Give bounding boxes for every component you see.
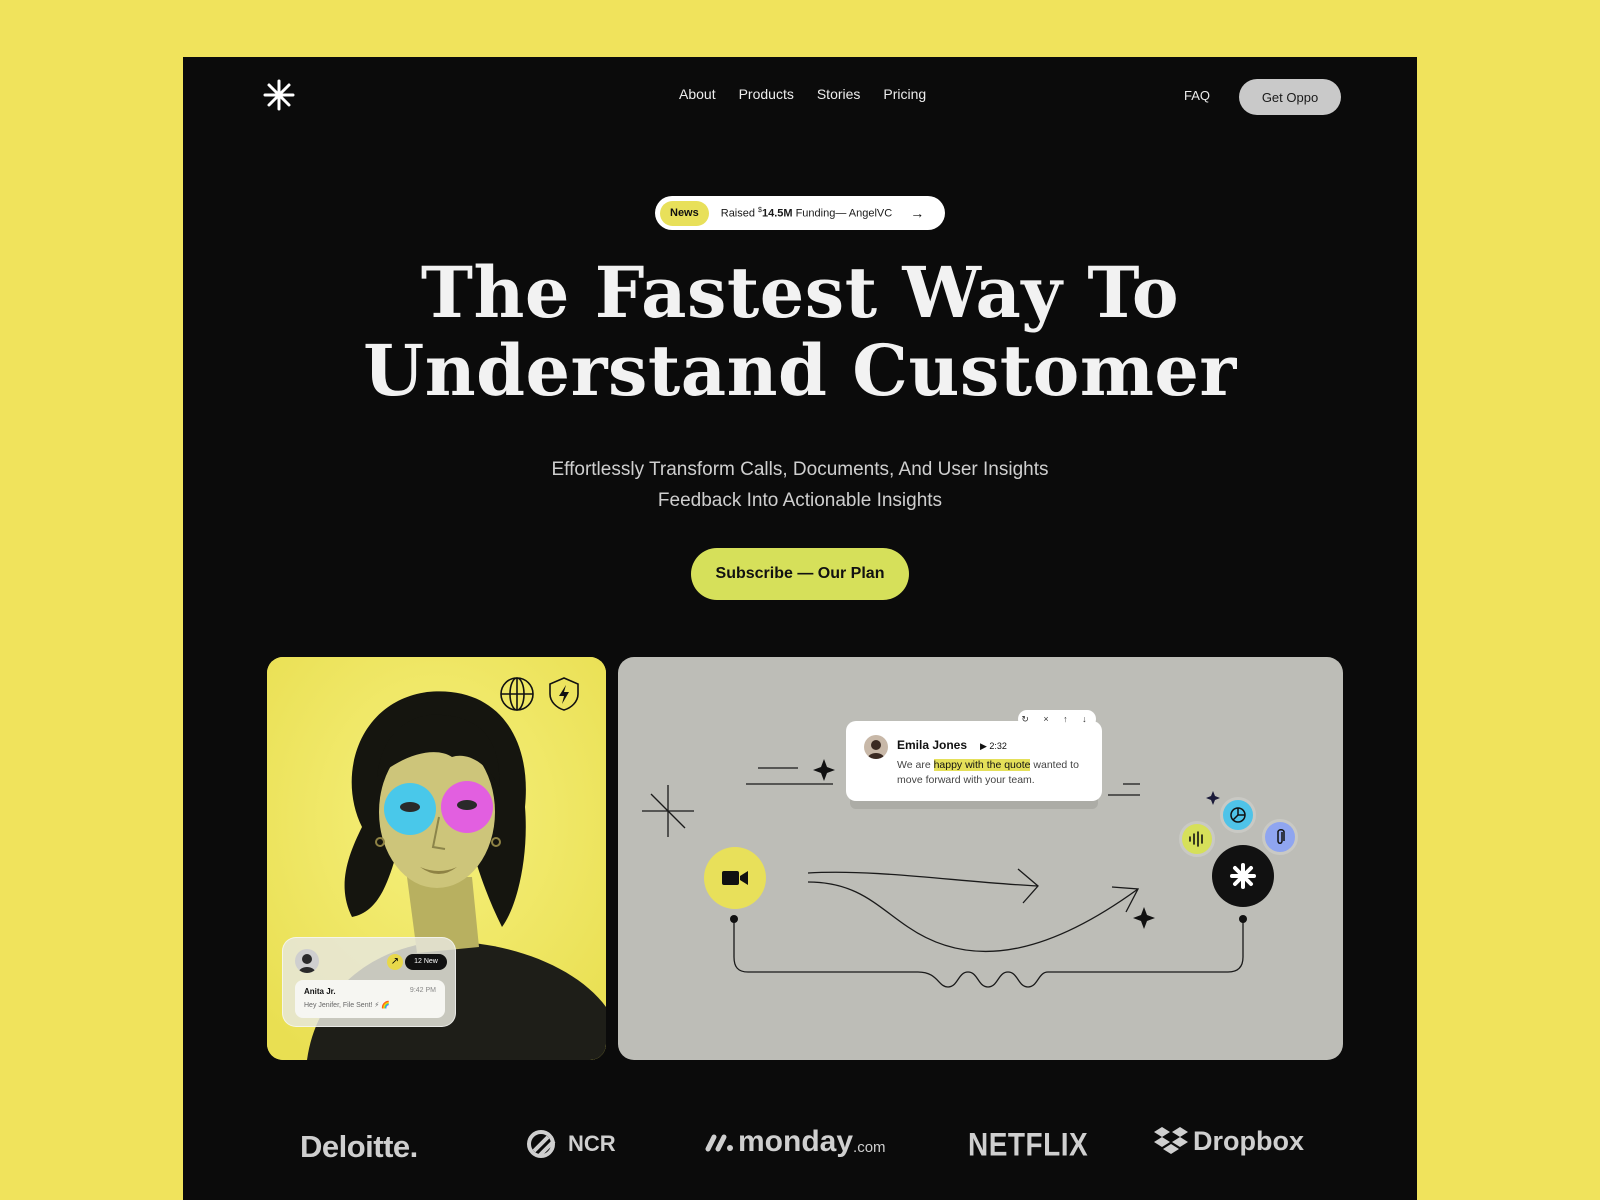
nav-about[interactable]: About bbox=[679, 86, 716, 102]
audio-duration[interactable]: ▶ 2:32 bbox=[980, 741, 1007, 752]
avatar bbox=[864, 735, 888, 759]
page-frame: About Products Stories Pricing FAQ Get O… bbox=[183, 57, 1417, 1200]
news-badge: News bbox=[660, 200, 709, 226]
netflix-logo: NETFLIX bbox=[968, 1126, 1089, 1163]
hero-subtitle: Effortlessly Transform Calls, Documents,… bbox=[551, 459, 1049, 511]
speaker-name: Emila Jones bbox=[897, 738, 968, 752]
message-time: 9:42 PM bbox=[409, 987, 436, 994]
audio-wave-icon[interactable] bbox=[1179, 821, 1215, 857]
notification-body: Anita Jr. 9:42 PM Hey Jenifer, File Sent… bbox=[295, 980, 445, 1018]
workflow-card: ↻ × ↑ ↓ Emila Jones ▶ 2:32 We are happy … bbox=[618, 657, 1343, 1060]
sender-name: Anita Jr. bbox=[304, 987, 336, 996]
news-pill[interactable]: News Raised $14.5M Funding— AngelVC → bbox=[655, 196, 945, 230]
globe-icon[interactable] bbox=[499, 676, 535, 712]
shield-bolt-icon[interactable] bbox=[547, 676, 581, 712]
asterisk-app-icon[interactable] bbox=[1212, 845, 1274, 907]
message-notification[interactable]: ↗ 12 New Anita Jr. 9:42 PM Hey Jenifer, … bbox=[282, 937, 456, 1027]
arrow-right-icon: → bbox=[910, 205, 925, 221]
bubble-toolbar[interactable]: ↻ × ↑ ↓ bbox=[1018, 710, 1096, 728]
quote-text: We are happy with the quote wanted to mo… bbox=[897, 759, 1079, 786]
partner-logos: Deloitte. NCR monday .com NETFLIX Dropbo… bbox=[183, 1117, 1417, 1177]
paperclip-icon[interactable] bbox=[1262, 819, 1298, 855]
nav-faq[interactable]: FAQ bbox=[1184, 88, 1210, 103]
video-camera-icon[interactable] bbox=[704, 847, 766, 909]
new-count-badge: 12 New bbox=[405, 954, 447, 970]
subscribe-button[interactable]: Subscribe — Our Plan bbox=[691, 548, 909, 600]
arrow-up-right-icon: ↗ bbox=[387, 954, 403, 970]
monday-logo: monday .com bbox=[704, 1125, 886, 1159]
message-preview: Hey Jenifer, File Sent! ⚡ 🌈 bbox=[304, 1002, 390, 1009]
hero-title: The Fastest Way To Understand Customer bbox=[363, 251, 1237, 412]
nav-pricing[interactable]: Pricing bbox=[883, 86, 926, 102]
pie-chart-icon[interactable] bbox=[1220, 797, 1256, 833]
main-nav: About Products Stories Pricing bbox=[679, 86, 926, 102]
monday-mark-icon bbox=[705, 1134, 733, 1152]
deloitte-logo: Deloitte. bbox=[300, 1129, 418, 1164]
quote-bubble[interactable]: ↻ × ↑ ↓ Emila Jones ▶ 2:32 We are happy … bbox=[846, 710, 1102, 801]
dropbox-logo: Dropbox bbox=[1153, 1125, 1304, 1157]
portrait-card: ↗ 12 New Anita Jr. 9:42 PM Hey Jenifer, … bbox=[267, 657, 606, 1060]
ncr-logo: NCR bbox=[526, 1129, 616, 1159]
dropbox-mark-icon bbox=[1154, 1127, 1188, 1154]
avatar bbox=[295, 949, 319, 973]
nav-stories[interactable]: Stories bbox=[817, 86, 861, 102]
get-oppo-button[interactable]: Get Oppo bbox=[1239, 79, 1341, 115]
news-text: Raised $14.5M Funding— AngelVC bbox=[720, 206, 893, 220]
nav-products[interactable]: Products bbox=[739, 86, 794, 102]
asterisk-logo-icon[interactable] bbox=[263, 79, 295, 111]
ncr-mark-icon bbox=[527, 1130, 556, 1158]
